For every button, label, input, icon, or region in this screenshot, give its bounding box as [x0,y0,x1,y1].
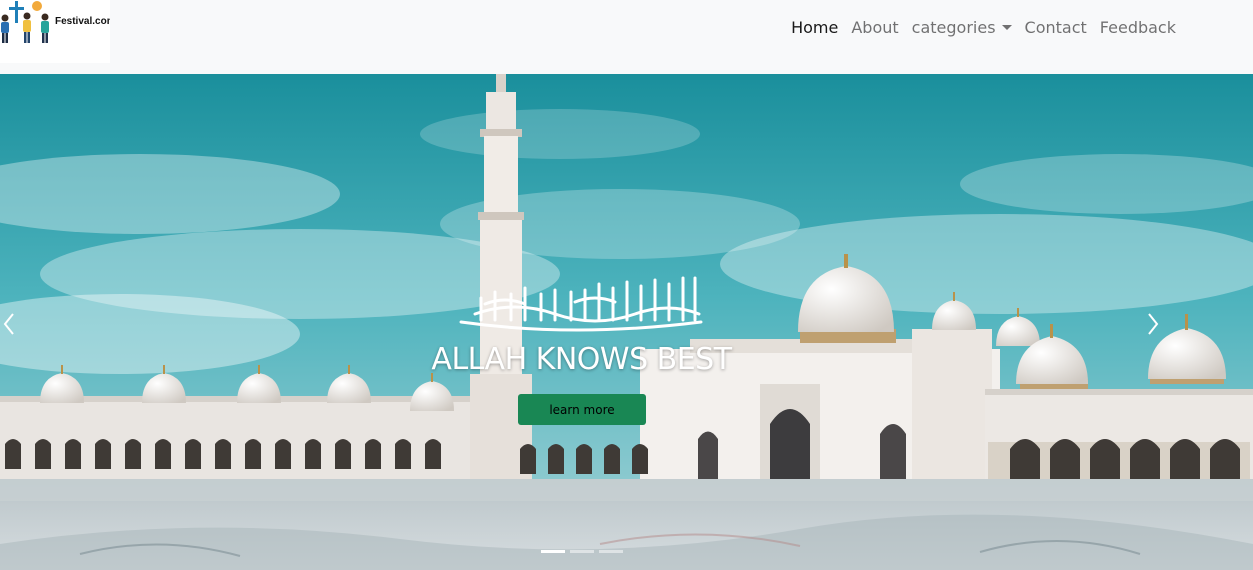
carousel-indicator-2[interactable] [570,550,594,553]
carousel-next-button[interactable] [1136,302,1176,346]
carousel-prev-button[interactable] [0,302,40,346]
carousel-indicator-1[interactable] [541,550,565,553]
logo-people-icon [1,1,49,43]
site-logo[interactable]: Festival.com [0,0,110,63]
chevron-left-icon [3,313,14,335]
carousel-indicators [541,550,628,553]
learn-more-button[interactable]: learn more [518,394,646,425]
caret-down-icon [1001,24,1012,30]
navbar: Festival.com Home About categories Conta… [0,0,1253,74]
hero-carousel: ALLAH KNOWS BEST learn more [0,74,1253,570]
nav-contact[interactable]: Contact [1025,18,1087,37]
main-nav: Home About categories Contact Feedback [791,16,1176,38]
logo-text: Festival.com [55,16,110,27]
nav-about[interactable]: About [851,18,898,37]
nav-feedback[interactable]: Feedback [1100,18,1176,37]
shahada-calligraphy-image [459,276,703,332]
nav-categories-dropdown[interactable]: categories [912,18,1012,37]
carousel-indicator-3[interactable] [599,550,623,553]
slide-caption-title: ALLAH KNOWS BEST [431,342,732,377]
nav-home[interactable]: Home [791,18,838,37]
chevron-right-icon [1148,313,1159,335]
nav-categories-label: categories [911,17,996,37]
